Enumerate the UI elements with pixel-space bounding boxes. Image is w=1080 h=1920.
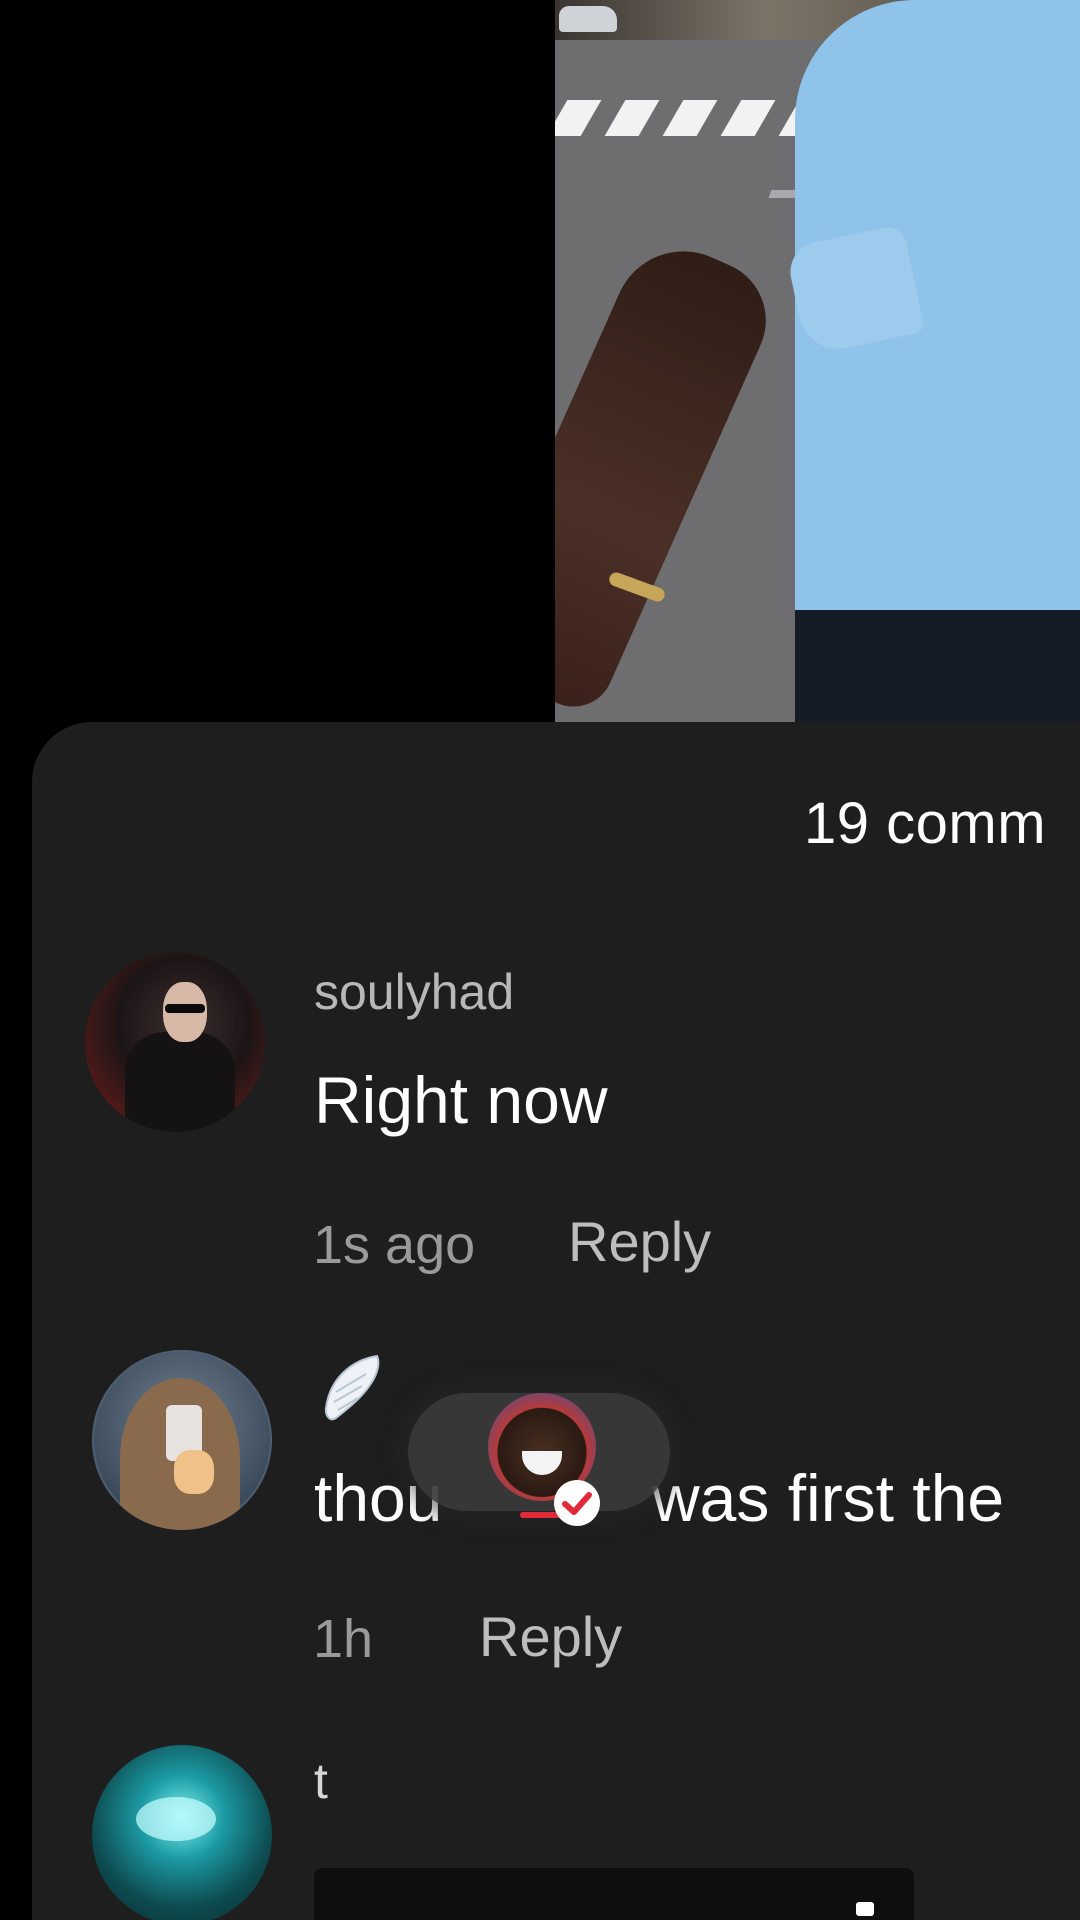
reply-button[interactable]: Reply: [568, 1209, 711, 1274]
video-player[interactable]: [555, 0, 1080, 722]
avatar-body: [125, 1032, 235, 1132]
comment-username[interactable]: t: [314, 1752, 328, 1810]
avatar-glow: [136, 1797, 216, 1841]
video-car: [559, 6, 617, 32]
comment-timestamp: 1s ago: [313, 1215, 476, 1275]
crosswalk-stripe: [555, 100, 602, 136]
comment-username[interactable]: soulyhad: [314, 963, 514, 1021]
comment-text-part: was first the: [652, 1461, 1005, 1535]
comment-text: Right now: [314, 1063, 608, 1137]
verified-check-icon: [554, 1480, 600, 1526]
crosswalk-stripe: [720, 100, 776, 136]
crosswalk-stripe: [604, 100, 660, 136]
avatar[interactable]: [92, 1745, 272, 1920]
avatar[interactable]: [92, 1350, 272, 1530]
comment-timestamp: 1h: [313, 1609, 374, 1669]
avatar[interactable]: [85, 952, 265, 1132]
comments-sheet: [32, 722, 1080, 1920]
angel-wing-icon: [324, 1354, 380, 1421]
screen: 19 comm soulyhad Right now 1s ago Reply …: [0, 0, 1080, 1920]
video-person-pants: [795, 610, 1080, 722]
crosswalk-stripe: [662, 100, 718, 136]
avatar-hand: [174, 1450, 214, 1494]
avatar-mouth: [522, 1451, 562, 1475]
video-person-arm: [555, 228, 785, 720]
avatar-glasses: [165, 1004, 205, 1013]
reply-button[interactable]: Reply: [479, 1604, 622, 1669]
comment-image-attachment[interactable]: [314, 1868, 914, 1920]
attachment-detail: [856, 1902, 874, 1916]
comments-count-title: 19 comm: [804, 791, 1047, 856]
